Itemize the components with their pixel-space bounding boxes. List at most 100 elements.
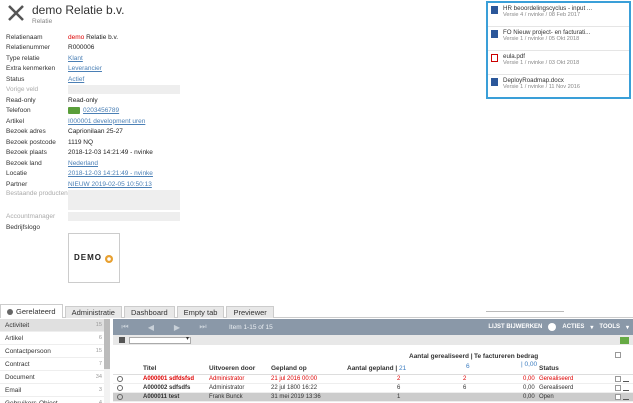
col-aantal-gepland[interactable]: Aantal gepland | 21: [347, 365, 406, 372]
link-locatie[interactable]: 2018-12-03 14:21:49 - nvinke: [68, 170, 153, 177]
col-te-factureren-total: | 0,00: [521, 361, 538, 368]
company-logo: DEMO: [68, 232, 120, 283]
tab-administratie[interactable]: Administratie: [64, 306, 122, 318]
related-list-item[interactable]: Artikel 6: [0, 332, 110, 345]
tools-button[interactable]: TOOLS: [599, 324, 620, 330]
label-readonly: Read-only: [6, 96, 36, 104]
col-status[interactable]: Status: [539, 365, 559, 372]
phone-icon[interactable]: [68, 107, 80, 115]
grid-view-icon[interactable]: [620, 336, 629, 344]
right-field-line: [486, 311, 564, 312]
value-adres: Caprionilaan 25-27: [68, 128, 123, 136]
document-item[interactable]: HR beoordelingscyclus - input ... Versie…: [488, 3, 629, 27]
label-status: Status: [6, 75, 25, 83]
cell-aantal-gepland: 6: [397, 385, 401, 391]
grid-rows: A000001 sdfdsfsd Administrator 21 jul 20…: [113, 375, 633, 402]
table-row[interactable]: A000002 sdfsdfs Administrator 22 jul 180…: [113, 384, 633, 393]
link-land[interactable]: Nederland: [68, 160, 98, 167]
cell-bedrag: 0,00: [523, 394, 535, 400]
document-name[interactable]: DeployRoadmap.docx: [503, 77, 631, 84]
value-plaats: 2018-12-03 14:21:49 - nvinke: [68, 149, 153, 157]
document-item[interactable]: eula.pdf Versie 1 / nvinke / 03 Okt 2018: [488, 51, 629, 75]
document-meta: Versie 4 / nvinke / 08 Feb 2017: [503, 12, 581, 18]
filter-bar: [113, 335, 633, 345]
chevron-down-icon[interactable]: ▾: [590, 324, 593, 331]
cell-aantal-gepland: 1: [397, 394, 401, 400]
related-item-label: Contract: [5, 360, 30, 368]
word-file-icon: [491, 30, 498, 38]
vorige-field[interactable]: [68, 85, 180, 95]
row-checkbox[interactable]: [615, 394, 621, 400]
cell-titel[interactable]: A000001 sdfdsfsd: [143, 376, 194, 382]
col-gepland-op[interactable]: Gepland op: [271, 365, 307, 372]
value-relatienaam: demo Relatie b.v.: [68, 34, 118, 41]
chevron-down-icon[interactable]: ▾: [626, 324, 629, 331]
add-icon[interactable]: [548, 323, 557, 331]
link-status[interactable]: Actief: [68, 76, 84, 83]
document-name[interactable]: HR beoordelingscyclus - input ...: [503, 5, 631, 12]
link-type[interactable]: Klant: [68, 55, 83, 62]
label-relatienaam: Relatienaam: [6, 33, 43, 41]
prev-page-button[interactable]: ◀: [145, 323, 157, 332]
related-list-item[interactable]: Activiteit 15: [0, 319, 110, 332]
related-item-label: Document: [5, 373, 35, 381]
acties-button[interactable]: ACTIES: [562, 324, 584, 330]
edit-icon[interactable]: [623, 376, 629, 382]
document-item[interactable]: DeployRoadmap.docx Versie 1 / nvinke / 1…: [488, 75, 629, 99]
link-icon[interactable]: [117, 385, 123, 391]
row-checkbox[interactable]: [615, 376, 621, 382]
row-checkbox[interactable]: [615, 385, 621, 391]
related-list-item[interactable]: Contactpersoon 15: [0, 345, 110, 358]
cell-gepland-op: 22 jul 1800 16:22: [271, 385, 318, 391]
related-item-label: Contactpersoon: [5, 347, 51, 355]
col-te-factureren[interactable]: Te factureren bedrag: [474, 353, 538, 360]
related-list-item[interactable]: Document 34: [0, 371, 110, 384]
col-uitvoeren[interactable]: Uitvoeren door: [209, 365, 255, 372]
related-list-item[interactable]: Gebruikers-Object 4: [0, 397, 110, 403]
link-icon[interactable]: [117, 376, 123, 382]
table-row[interactable]: A000011 test Frank Bunck 31 mei 2019 13:…: [113, 393, 633, 402]
relatienaam-rest: Relatie b.v.: [86, 33, 119, 41]
cell-gepland-op: 21 jul 2016 00:00: [271, 376, 318, 382]
related-item-count: 3: [98, 387, 102, 393]
first-page-button[interactable]: ⏮: [119, 322, 131, 332]
filter-icon[interactable]: [119, 337, 125, 343]
link-extra[interactable]: Leverancier: [68, 65, 102, 72]
table-row[interactable]: A000001 sdfdsfsd Administrator 21 jul 20…: [113, 375, 633, 384]
next-page-button[interactable]: ▶: [171, 323, 183, 332]
related-list-item[interactable]: Contract 7: [0, 358, 110, 371]
value-relatienummer: R000006: [68, 44, 95, 52]
label-partner: Partner: [6, 180, 28, 188]
page-range: Item 1-15 of 15: [229, 323, 273, 331]
link-icon[interactable]: [117, 394, 123, 400]
tab-empty-tab[interactable]: Empty tab: [176, 306, 225, 318]
close-icon[interactable]: [6, 3, 26, 23]
link-artikel[interactable]: I000001 development uren: [68, 118, 145, 125]
tab-dashboard[interactable]: Dashboard: [123, 306, 175, 318]
data-grid: ⏮ ◀ ▶ ⏭ Item 1-15 of 15 LIJST BIJWERKEN …: [113, 319, 633, 402]
select-all-checkbox[interactable]: [615, 352, 621, 358]
tab-gerelateerd[interactable]: Gerelateerd: [0, 304, 63, 318]
edit-icon[interactable]: [623, 385, 629, 391]
last-page-button[interactable]: ⏭: [197, 322, 209, 332]
document-item[interactable]: FO Nieuw project- en facturati... Versie…: [488, 27, 629, 51]
filter-select[interactable]: [129, 335, 191, 344]
cell-titel[interactable]: A000002 sdfsdfs: [143, 385, 190, 391]
cell-bedrag: 0,00: [523, 376, 535, 382]
column-header: Titel Uitvoeren door Gepland op Aantal g…: [113, 345, 633, 375]
cell-titel[interactable]: A000011 test: [143, 394, 179, 400]
col-titel[interactable]: Titel: [143, 365, 156, 372]
bestaande-field[interactable]: [68, 189, 180, 210]
label-bedrijfslogo: Bedrijfslogo: [6, 223, 40, 231]
lijst-bijwerken-button[interactable]: LIJST BIJWERKEN: [488, 324, 542, 330]
account-field[interactable]: [68, 212, 180, 222]
col-aantal-gereal[interactable]: Aantal gerealiseerd |: [409, 353, 473, 360]
document-name[interactable]: eula.pdf: [503, 53, 631, 60]
tab-previewer[interactable]: Previewer: [226, 306, 274, 318]
related-list-item[interactable]: Email 3: [0, 384, 110, 397]
link-telefoon[interactable]: 0203456789: [83, 107, 119, 114]
related-list-scrollbar[interactable]: [104, 319, 110, 403]
document-name[interactable]: FO Nieuw project- en facturati...: [503, 29, 631, 36]
link-partner[interactable]: NIEUW 2019-02-05 10:50:13: [68, 181, 152, 188]
edit-icon[interactable]: [623, 394, 629, 400]
